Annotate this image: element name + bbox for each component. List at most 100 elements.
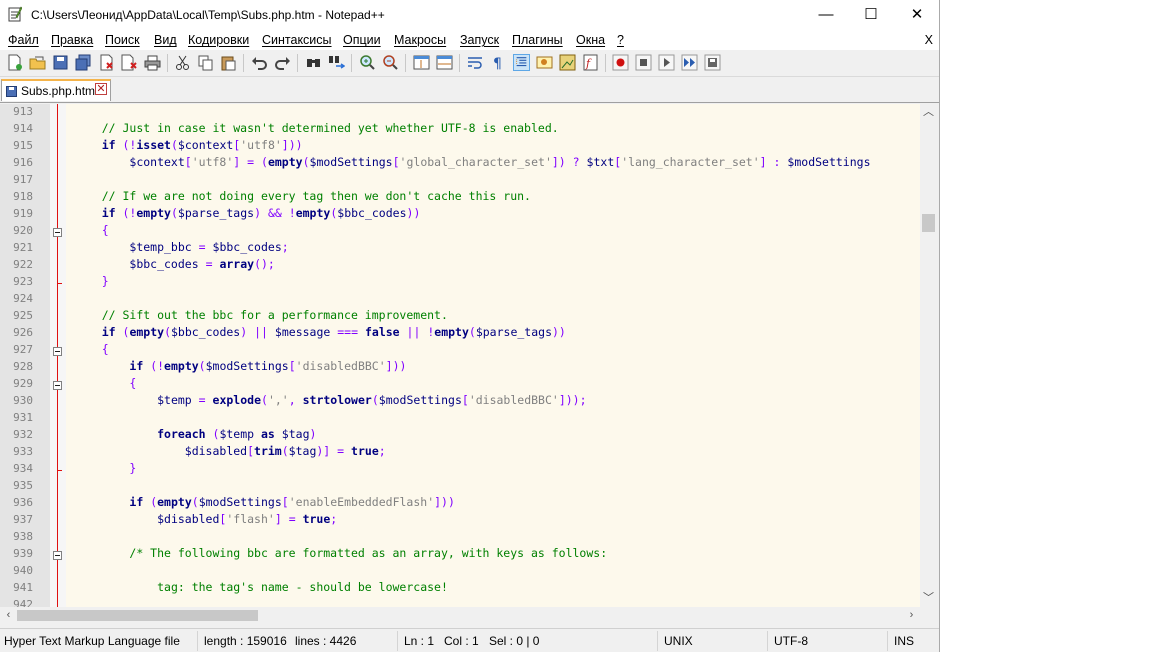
code-token: ; [281,240,289,254]
code-token: ( [170,206,178,220]
code-line[interactable]: } [74,461,136,475]
close-document-button[interactable]: X [925,33,933,47]
menu-file[interactable]: Файл [8,33,39,47]
vertical-scrollbar[interactable]: ︿ ﹀ [920,104,937,607]
menu-settings[interactable]: Опции [343,33,381,47]
user-language-icon[interactable] [536,54,553,71]
paste-icon[interactable] [220,54,237,71]
code-token: ] [274,512,282,526]
code-line[interactable]: { [74,342,109,356]
sync-horizontal-icon[interactable] [436,54,453,71]
menu-encoding[interactable]: Кодировки [188,33,249,47]
code-token: tag: the tag's name - should be lowercas… [157,580,448,594]
code-line[interactable]: // If we are not doing every tag then we… [74,189,531,203]
code-line[interactable]: $disabled[trim($tag)] = true; [74,444,386,458]
code-line[interactable]: // Just in case it wasn't determined yet… [74,121,559,135]
function-list-icon[interactable]: f [582,54,599,71]
tab-close-button[interactable]: ✕ [95,83,107,95]
find-icon[interactable] [305,54,322,71]
code-token: $context [177,138,234,152]
status-insert-mode[interactable]: INS [894,634,914,648]
code-line[interactable]: if (!empty($parse_tags) && !empty($bbc_c… [74,206,421,220]
menu-window[interactable]: Окна [576,33,605,47]
open-file-icon[interactable] [29,54,46,71]
code-line[interactable]: $disabled['flash'] = true; [74,512,337,526]
undo-icon[interactable] [251,54,268,71]
maximize-button[interactable]: ☐ [848,0,894,30]
menu-run[interactable]: Запуск [460,33,499,47]
code-line[interactable]: } [74,274,109,288]
code-line[interactable]: tag: the tag's name - should be lowercas… [74,580,448,594]
scroll-up-arrow-icon[interactable]: ︿ [920,104,937,121]
code-token: [ [392,155,400,169]
code-line[interactable]: $temp = explode(',', strtolower($modSett… [74,393,586,407]
status-eol-format[interactable]: UNIX [664,634,693,648]
show-all-chars-icon[interactable]: ¶ [490,54,507,71]
sync-vertical-icon[interactable] [413,54,430,71]
code-editor[interactable]: 913 914 // Just in case it wasn't determi… [0,104,920,607]
vertical-scroll-thumb[interactable] [922,214,935,232]
code-line[interactable]: $temp_bbc = $bbc_codes; [74,240,289,254]
menu-plugins[interactable]: Плагины [512,33,563,47]
menu-search[interactable]: Поиск [105,33,140,47]
new-file-icon[interactable] [6,54,23,71]
save-macro-icon[interactable] [704,54,721,71]
code-line[interactable]: // Sift out the bbc for a performance im… [74,308,448,322]
stop-record-icon[interactable] [635,54,652,71]
zoom-out-icon[interactable] [382,54,399,71]
tab-subs-php-htm[interactable]: Subs.php.htm ✕ [1,79,111,101]
fold-toggle-icon[interactable] [53,381,62,390]
close-all-icon[interactable] [121,54,138,71]
window-title: C:\Users\Леонид\AppData\Local\Temp\Subs.… [31,8,385,22]
code-line[interactable]: { [74,223,109,237]
replace-icon[interactable] [328,54,345,71]
horizontal-scrollbar[interactable]: ‹ › [0,607,920,624]
menu-help[interactable]: ? [617,33,624,47]
fold-toggle-icon[interactable] [53,347,62,356]
close-icon[interactable] [98,54,115,71]
zoom-in-icon[interactable] [359,54,376,71]
code-token: = [198,393,206,407]
scroll-right-arrow-icon[interactable]: › [903,607,920,624]
cut-icon[interactable] [174,54,191,71]
fold-toggle-icon[interactable] [53,228,62,237]
code-token: ] [759,155,767,169]
fold-toggle-icon[interactable] [53,551,62,560]
close-window-button[interactable]: ✕ [894,0,939,30]
horizontal-scroll-thumb[interactable] [17,610,258,621]
menu-language[interactable]: Синтаксисы [262,33,332,47]
record-macro-icon[interactable] [612,54,629,71]
code-line[interactable]: if (empty($bbc_codes) || $message === fa… [74,325,566,339]
code-line[interactable]: $bbc_codes = array(); [74,257,274,271]
copy-icon[interactable] [197,54,214,71]
code-token: $modSettings [205,359,289,373]
scroll-left-arrow-icon[interactable]: ‹ [0,607,17,624]
redo-icon[interactable] [274,54,291,71]
menu-edit[interactable]: Правка [51,33,93,47]
word-wrap-icon[interactable] [467,54,484,71]
code-line[interactable]: $context['utf8'] = (empty($modSettings['… [74,155,870,169]
menu-macro[interactable]: Макросы [394,33,446,47]
code-line[interactable]: if (!isset($context['utf8'])) [74,138,303,152]
code-line[interactable]: { [74,376,136,390]
document-map-icon[interactable] [559,54,576,71]
play-macro-icon[interactable] [658,54,675,71]
code-line[interactable]: if (empty($modSettings['enableEmbeddedFl… [74,495,455,509]
tab-label: Subs.php.htm [21,84,96,98]
scroll-down-arrow-icon[interactable]: ﹀ [920,590,937,607]
indent-guide-icon[interactable] [513,54,530,71]
menu-view[interactable]: Вид [154,33,177,47]
code-line[interactable]: if (!empty($modSettings['disabledBBC'])) [74,359,406,373]
menu-bar: Файл Правка Поиск Вид Кодировки Синтакси… [0,30,939,50]
code-line[interactable]: foreach ($temp as $tag) [74,427,316,441]
code-token: empty [295,206,331,220]
save-icon[interactable] [52,54,69,71]
run-macro-multiple-icon[interactable] [681,54,698,71]
code-line[interactable]: /* The following bbc are formatted as an… [74,546,607,560]
minimize-button[interactable]: — [803,0,849,30]
save-all-icon[interactable] [75,54,92,71]
print-icon[interactable] [144,54,161,71]
title-bar[interactable]: C:\Users\Леонид\AppData\Local\Temp\Subs.… [0,0,939,30]
code-token: ) [240,325,248,339]
status-encoding[interactable]: UTF-8 [774,634,808,648]
